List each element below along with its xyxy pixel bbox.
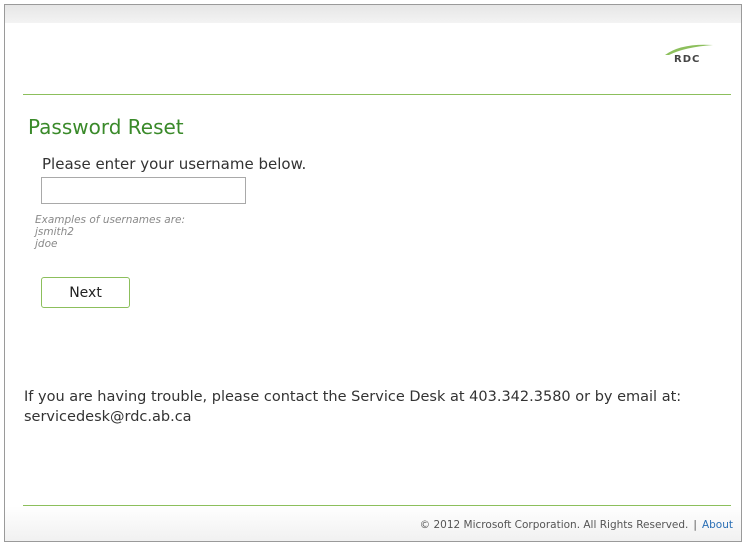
logo-text: RDC [674,54,701,65]
examples-heading: Examples of usernames are: [35,214,186,226]
footer-divider [23,505,731,506]
help-message: If you are having trouble, please contac… [24,389,682,425]
copyright-text: © 2012 Microsoft Corporation. All Rights… [419,519,689,531]
username-instruction: Please enter your username below. [42,155,307,173]
footer: © 2012 Microsoft Corporation. All Rights… [420,519,733,531]
rdc-logo: RDC [655,41,715,67]
page-title: Password Reset [28,115,184,139]
username-examples: Examples of usernames are: jsmith2 jdoe [35,214,185,250]
footer-separator: | [693,519,697,531]
header: RDC [23,23,731,95]
example-username: jdoe [35,238,58,250]
example-username: jsmith2 [35,226,74,238]
next-button[interactable]: Next [41,277,130,308]
page-frame: RDC Password Reset Please enter your use… [4,4,742,542]
username-input[interactable] [41,177,246,204]
header-divider [23,94,731,95]
top-band [5,5,741,23]
about-link[interactable]: About [702,519,733,531]
